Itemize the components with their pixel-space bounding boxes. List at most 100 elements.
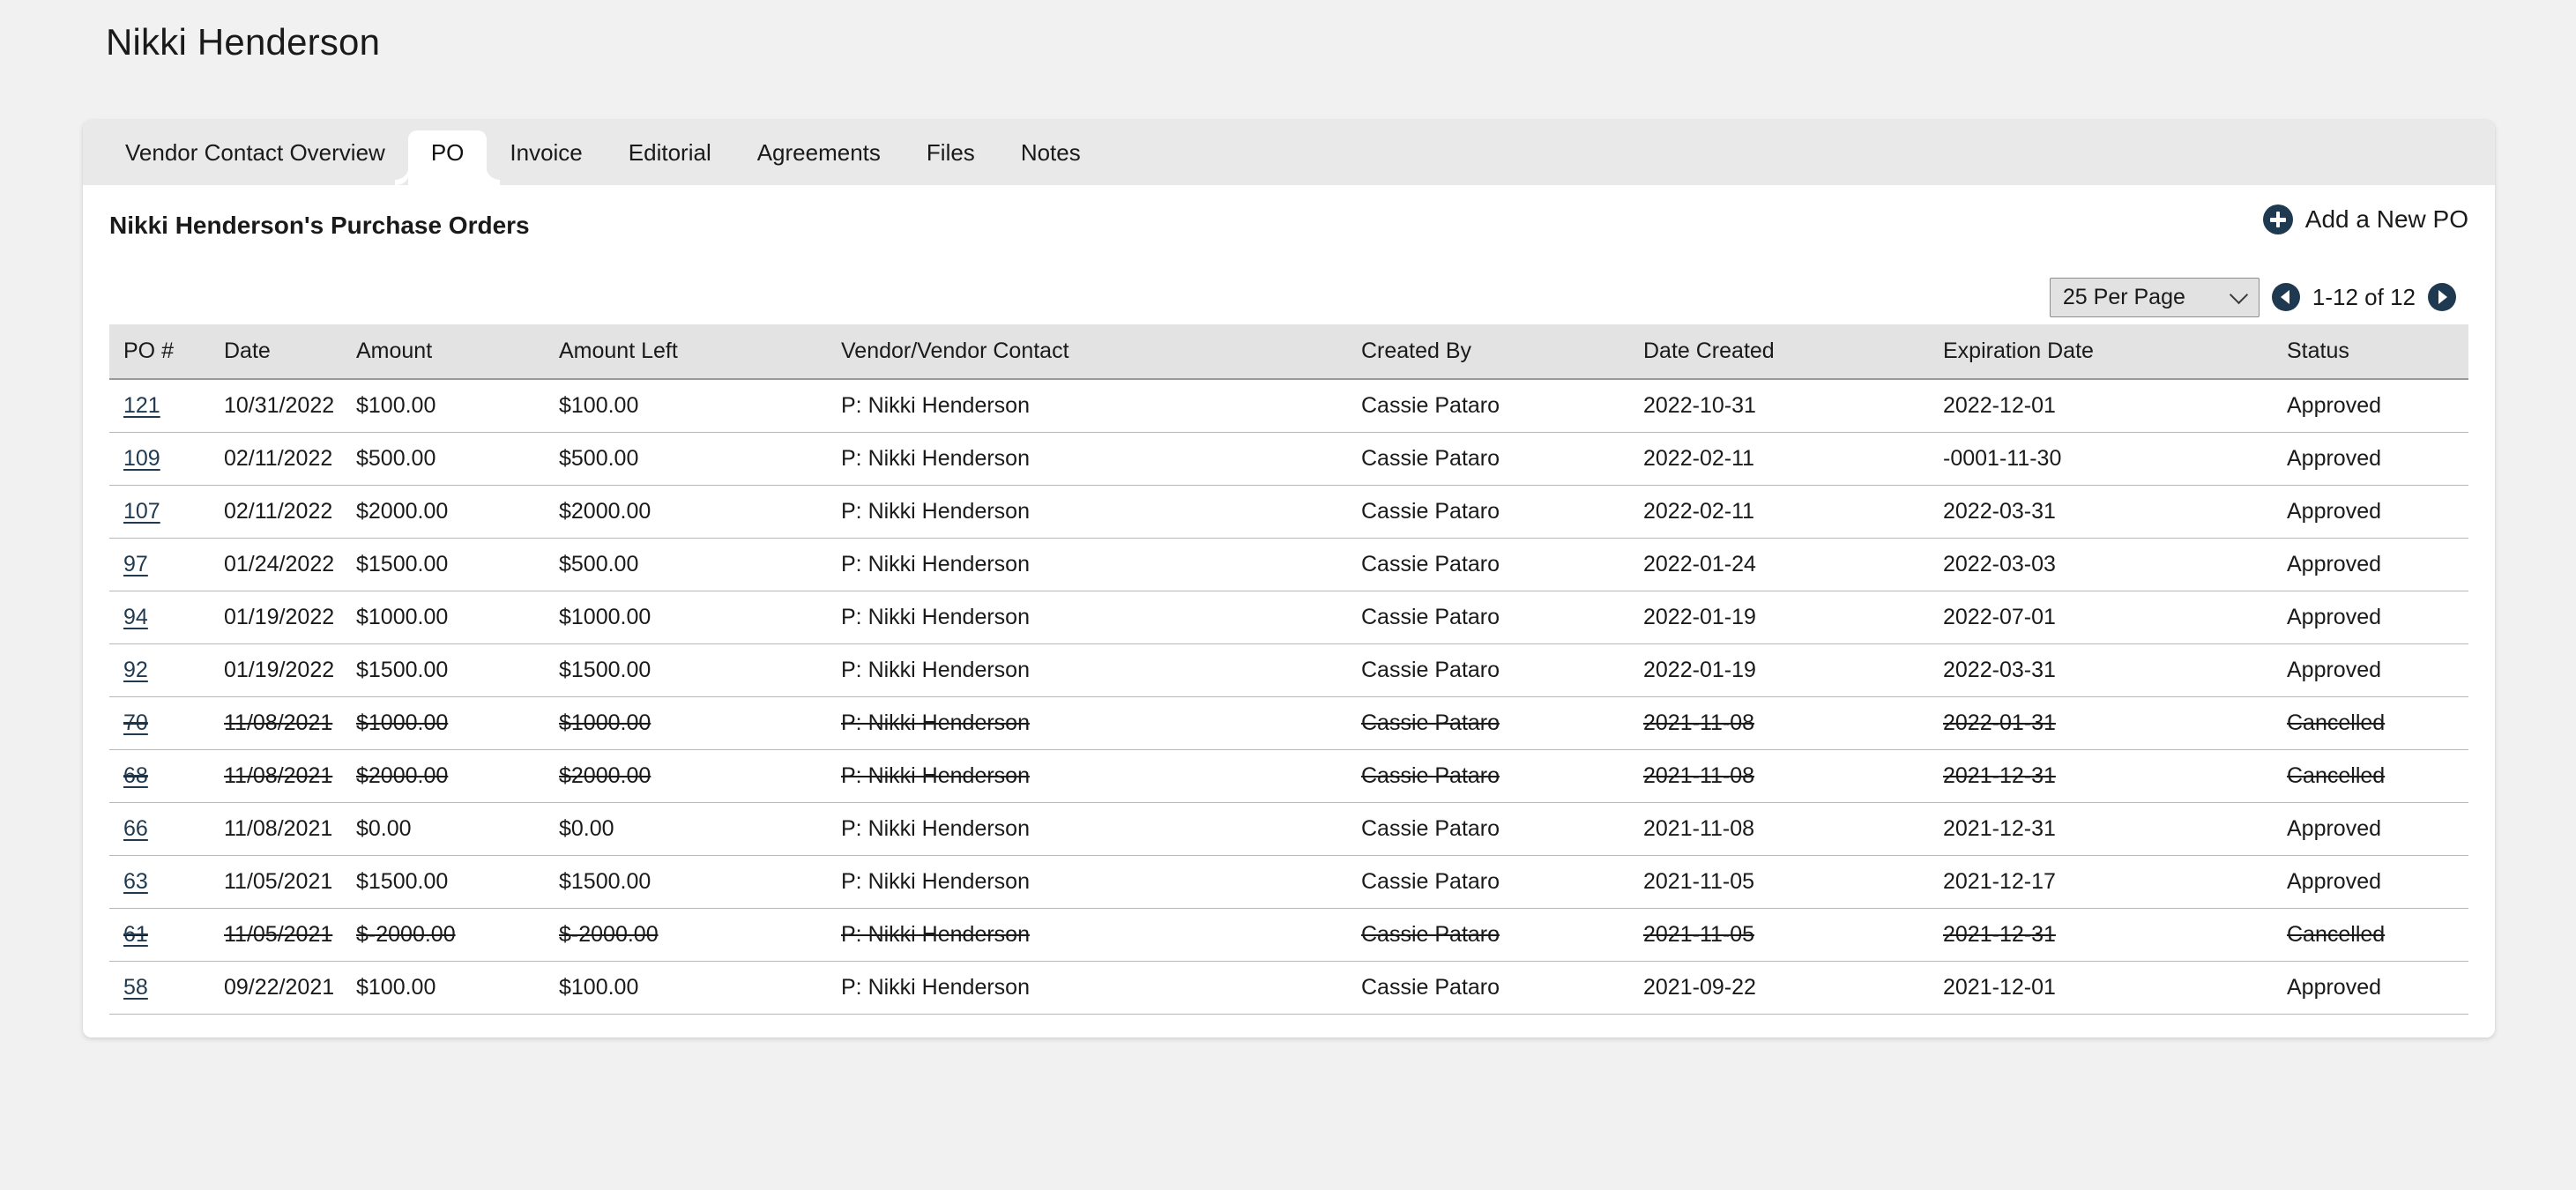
cell-expiration: 2021-12-17 [1943, 856, 2287, 909]
cell-date-created: 2022-01-19 [1643, 591, 1943, 644]
column-header-vendor-vendor-contact[interactable]: Vendor/Vendor Contact [841, 324, 1361, 379]
cell-amount: $1000.00 [356, 697, 559, 750]
tab-po[interactable]: PO [408, 120, 488, 185]
cell-po: 63 [109, 856, 224, 909]
po-number-link[interactable]: 68 [123, 763, 148, 788]
cell-date: 11/08/2021 [224, 803, 356, 856]
column-header-status[interactable]: Status [2287, 324, 2468, 379]
cell-status: Approved [2287, 539, 2468, 591]
cell-date-created: 2021-11-05 [1643, 856, 1943, 909]
cell-vendor: P: Nikki Henderson [841, 750, 1361, 803]
cell-date-created: 2022-01-19 [1643, 644, 1943, 697]
cell-po: 94 [109, 591, 224, 644]
next-page-button[interactable] [2428, 283, 2456, 311]
tab-notes[interactable]: Notes [998, 120, 1104, 185]
cell-expiration: 2021-12-31 [1943, 803, 2287, 856]
add-new-po-label: Add a New PO [2305, 205, 2468, 234]
cell-expiration: 2022-03-31 [1943, 486, 2287, 539]
po-card: Vendor Contact Overview PO Invoice Editoria… [83, 120, 2495, 1038]
tab-label: PO [431, 139, 465, 167]
pagination-range: 1-12 of 12 [2312, 284, 2416, 311]
cell-amount-left: $100.00 [559, 962, 841, 1015]
per-page-select[interactable]: 25 Per Page50 Per Page100 Per Page [2050, 278, 2260, 317]
table-row: 9201/19/2022$1500.00$1500.00P: Nikki Hen… [109, 644, 2468, 697]
cell-status: Cancelled [2287, 750, 2468, 803]
add-new-po-button[interactable]: Add a New PO [2263, 205, 2468, 234]
column-header-created-by[interactable]: Created By [1361, 324, 1643, 379]
column-header-date-created[interactable]: Date Created [1643, 324, 1943, 379]
cell-amount: $1500.00 [356, 856, 559, 909]
cell-amount-left: $1500.00 [559, 644, 841, 697]
cell-created-by: Cassie Pataro [1361, 856, 1643, 909]
cell-amount: $1500.00 [356, 644, 559, 697]
table-row: 6611/08/2021$0.00$0.00P: Nikki Henderson… [109, 803, 2468, 856]
cell-vendor: P: Nikki Henderson [841, 486, 1361, 539]
cell-po: 97 [109, 539, 224, 591]
cell-amount-left: $0.00 [559, 803, 841, 856]
cell-vendor: P: Nikki Henderson [841, 433, 1361, 486]
cell-date-created: 2022-02-11 [1643, 486, 1943, 539]
po-number-link[interactable]: 58 [123, 975, 148, 1000]
tab-vendor-contact-overview[interactable]: Vendor Contact Overview [102, 120, 408, 185]
cell-po: 109 [109, 433, 224, 486]
cell-amount-left: $2000.00 [559, 486, 841, 539]
tab-label: Invoice [510, 139, 582, 167]
cell-date-created: 2021-11-08 [1643, 750, 1943, 803]
pagination-controls: 25 Per Page50 Per Page100 Per Page 1-12 … [83, 270, 2495, 324]
po-number-link[interactable]: 92 [123, 658, 148, 682]
table-row: 12110/31/2022$100.00$100.00P: Nikki Hend… [109, 379, 2468, 433]
cell-status: Approved [2287, 433, 2468, 486]
po-number-link[interactable]: 70 [123, 710, 148, 735]
cell-date: 01/19/2022 [224, 591, 356, 644]
cell-created-by: Cassie Pataro [1361, 803, 1643, 856]
cell-status: Approved [2287, 486, 2468, 539]
tab-agreements[interactable]: Agreements [734, 120, 904, 185]
cell-amount: $100.00 [356, 962, 559, 1015]
cell-date-created: 2022-02-11 [1643, 433, 1943, 486]
cell-status: Cancelled [2287, 909, 2468, 962]
cell-status: Approved [2287, 644, 2468, 697]
cell-expiration: 2022-03-03 [1943, 539, 2287, 591]
cell-created-by: Cassie Pataro [1361, 433, 1643, 486]
previous-page-button[interactable] [2272, 283, 2300, 311]
table-row: 10902/11/2022$500.00$500.00P: Nikki Hend… [109, 433, 2468, 486]
cell-po: 121 [109, 379, 224, 433]
column-header-amount[interactable]: Amount [356, 324, 559, 379]
cell-date: 10/31/2022 [224, 379, 356, 433]
table-row: 9401/19/2022$1000.00$1000.00P: Nikki Hen… [109, 591, 2468, 644]
cell-expiration: 2021-12-01 [1943, 962, 2287, 1015]
table-header-row: PO #DateAmountAmount LeftVendor/Vendor C… [109, 324, 2468, 379]
po-number-link[interactable]: 109 [123, 446, 160, 471]
table-row: 10702/11/2022$2000.00$2000.00P: Nikki He… [109, 486, 2468, 539]
column-header-date[interactable]: Date [224, 324, 356, 379]
po-number-link[interactable]: 97 [123, 552, 148, 576]
po-number-link[interactable]: 66 [123, 816, 148, 841]
table-row: 7011/08/2021$1000.00$1000.00P: Nikki Hen… [109, 697, 2468, 750]
cell-po: 107 [109, 486, 224, 539]
cell-amount-left: $1500.00 [559, 856, 841, 909]
cell-po: 58 [109, 962, 224, 1015]
cell-vendor: P: Nikki Henderson [841, 591, 1361, 644]
po-number-link[interactable]: 63 [123, 869, 148, 894]
po-number-link[interactable]: 61 [123, 922, 148, 947]
cell-created-by: Cassie Pataro [1361, 539, 1643, 591]
cell-created-by: Cassie Pataro [1361, 697, 1643, 750]
tab-invoice[interactable]: Invoice [487, 120, 605, 185]
toolbar: Nikki Henderson's Purchase Orders Add a … [83, 185, 2495, 270]
column-header-po[interactable]: PO # [109, 324, 224, 379]
column-header-amount-left[interactable]: Amount Left [559, 324, 841, 379]
column-header-expiration-date[interactable]: Expiration Date [1943, 324, 2287, 379]
po-number-link[interactable]: 121 [123, 393, 160, 418]
cell-vendor: P: Nikki Henderson [841, 644, 1361, 697]
cell-amount: $2000.00 [356, 750, 559, 803]
tab-label: Files [927, 139, 975, 167]
cell-amount-left: $1000.00 [559, 697, 841, 750]
po-number-link[interactable]: 94 [123, 605, 148, 629]
tab-files[interactable]: Files [904, 120, 998, 185]
cell-amount: $100.00 [356, 379, 559, 433]
po-number-link[interactable]: 107 [123, 499, 160, 524]
cell-date-created: 2021-11-08 [1643, 697, 1943, 750]
cell-created-by: Cassie Pataro [1361, 644, 1643, 697]
tab-editorial[interactable]: Editorial [606, 120, 734, 185]
section-title: Nikki Henderson's Purchase Orders [109, 212, 530, 240]
